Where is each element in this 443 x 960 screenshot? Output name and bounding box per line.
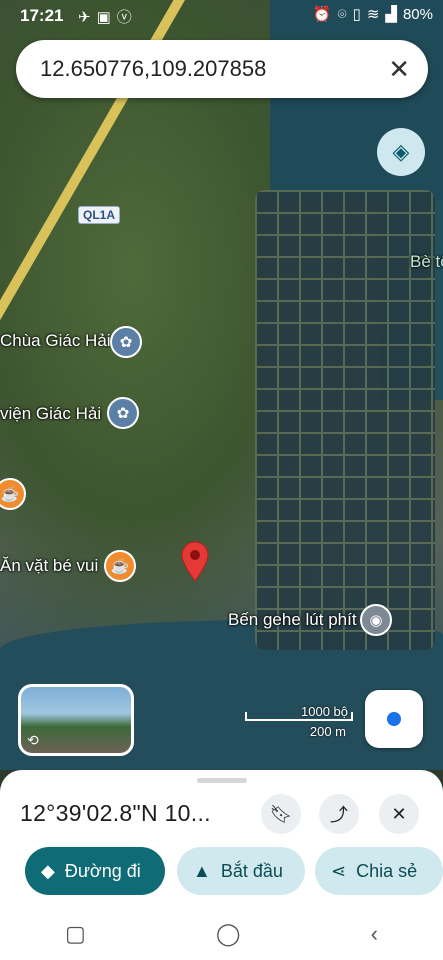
map-view[interactable]: QL1A Chùa Giác Hải ✿ viện Giác Hải ✿ Bè … bbox=[0, 0, 443, 770]
my-location-button[interactable] bbox=[365, 690, 423, 748]
my-location-icon bbox=[387, 712, 401, 726]
close-sheet-button[interactable]: ✕ bbox=[379, 794, 419, 834]
sea-area bbox=[270, 0, 443, 200]
location-icon: ⌾ bbox=[337, 5, 347, 23]
place-label-anvat[interactable]: Ăn vặt bé vui bbox=[0, 556, 98, 576]
layers-button[interactable]: ◈ bbox=[377, 128, 425, 176]
temple-icon[interactable]: ✿ bbox=[107, 397, 139, 429]
coordinates-title: 12°39'02.8"N 10... bbox=[20, 800, 211, 826]
alarm-icon: ⏰ bbox=[312, 6, 332, 23]
system-navigation-bar: ▢ ◯ ‹ bbox=[0, 908, 443, 960]
cafe-icon[interactable]: ☕ bbox=[0, 478, 26, 510]
bookmark-icon: 🔖︎ bbox=[269, 803, 293, 824]
battery-text: 80% bbox=[402, 5, 433, 23]
home-icon[interactable]: ◯ bbox=[216, 921, 241, 947]
signal-icon: ▟ bbox=[385, 6, 397, 23]
start-button[interactable]: ▲ Bắt đầu bbox=[177, 847, 305, 895]
scale-imperial: 1000 bộ bbox=[301, 704, 348, 719]
back-icon[interactable]: ‹ bbox=[371, 921, 378, 947]
share-label: Chia sẻ bbox=[356, 860, 418, 881]
pin-icon[interactable]: ◉ bbox=[360, 604, 392, 636]
status-left-icons: ✈▣ⓥ bbox=[78, 9, 138, 26]
drag-handle[interactable] bbox=[197, 778, 247, 783]
chia-se-button[interactable]: ⋖ Chia sẻ bbox=[315, 847, 443, 895]
place-label-chua[interactable]: Chùa Giác Hải bbox=[0, 331, 111, 351]
save-button[interactable]: 🔖︎ bbox=[261, 794, 301, 834]
scale-metric: 200 m bbox=[309, 724, 346, 739]
place-label-ben[interactable]: Bến gehe lút phít bbox=[228, 610, 357, 630]
road-label-ql1a[interactable]: QL1A bbox=[78, 206, 121, 224]
start-label: Bắt đầu bbox=[220, 860, 283, 881]
layers-icon: ◈ bbox=[392, 139, 410, 164]
close-icon[interactable]: ✕ bbox=[388, 54, 410, 85]
search-input[interactable]: 12.650776,109.207858 bbox=[40, 56, 266, 82]
status-time: 17:21 bbox=[20, 6, 64, 25]
directions-icon: ◆ bbox=[41, 860, 55, 881]
share-icon: ⤴ bbox=[330, 805, 348, 825]
vibrate-icon: ▯ bbox=[352, 6, 361, 23]
navigation-arrow-icon: ▲ bbox=[193, 860, 211, 881]
close-icon: ✕ bbox=[391, 803, 407, 824]
search-bar[interactable]: 12.650776,109.207858 ✕ bbox=[16, 40, 428, 98]
place-label-be[interactable]: Bè tô bbox=[410, 252, 443, 272]
recents-icon[interactable]: ▢ bbox=[65, 921, 86, 947]
street-view-thumbnail[interactable]: ⟲ bbox=[18, 684, 134, 756]
temple-icon[interactable]: ✿ bbox=[110, 326, 142, 358]
share-button[interactable]: ⤴ bbox=[319, 794, 359, 834]
fish-ponds bbox=[255, 190, 435, 650]
directions-label: Đường đi bbox=[64, 860, 141, 881]
scale-bar: 1000 bộ 200 m bbox=[244, 704, 354, 740]
status-right-icons: ⏰ ⌾ ▯ ≋ ▟ 80% bbox=[312, 5, 433, 24]
location-marker-icon[interactable] bbox=[180, 540, 210, 582]
directions-button[interactable]: ◆ Đường đi bbox=[25, 847, 165, 895]
street-view-icon: ⟲ bbox=[27, 732, 39, 748]
wifi-icon: ≋ bbox=[366, 6, 380, 23]
status-bar: 17:21 ✈▣ⓥ ⏰ ⌾ ▯ ≋ ▟ 80% bbox=[0, 0, 443, 30]
place-label-vien[interactable]: viện Giác Hải bbox=[0, 404, 101, 424]
cafe-icon[interactable]: ☕ bbox=[104, 550, 136, 582]
share-icon: ⋖ bbox=[331, 860, 347, 881]
